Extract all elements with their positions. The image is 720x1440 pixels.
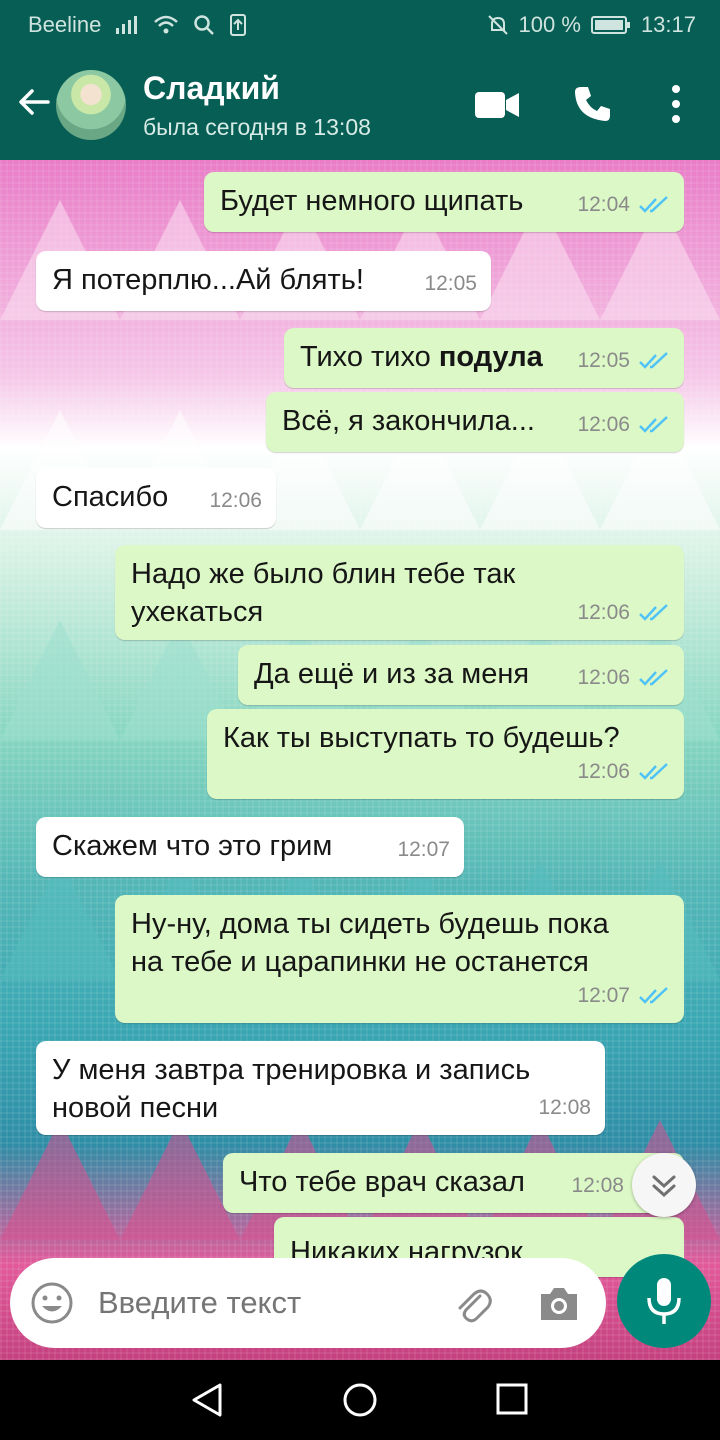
signal-icon	[116, 16, 138, 34]
message-time: 12:07	[577, 984, 630, 1007]
status-bar: Beeline 100 % 13:17	[0, 0, 720, 50]
message-bubble-incoming[interactable]: У меня завтра тренировка и запись новой п…	[36, 1041, 605, 1135]
wifi-icon	[154, 15, 179, 34]
message-text-line: ухекаться	[131, 596, 264, 628]
message-bubble-incoming[interactable]: Я потерплю...Ай блять! 12:05	[36, 251, 491, 311]
message-text: У меня завтра тренировка и запись новой п…	[52, 1051, 530, 1127]
read-ticks-icon	[639, 987, 668, 1004]
message-time: 12:06	[577, 601, 630, 624]
read-ticks-icon	[639, 352, 668, 369]
back-arrow-icon[interactable]	[14, 82, 54, 122]
message-text: Будет немного щипать	[220, 185, 524, 217]
message-bubble-outgoing[interactable]: Ну-ну, дома ты сидеть будешь пока на тебе…	[115, 895, 684, 1023]
mute-bell-icon	[487, 15, 508, 35]
message-text: Ну-ну, дома ты сидеть будешь пока на тебе…	[131, 905, 609, 981]
read-ticks-icon	[639, 669, 668, 686]
composer-bar	[0, 1250, 720, 1360]
microphone-button[interactable]	[617, 1254, 711, 1348]
message-text: Как ты выступать то будешь?	[223, 722, 620, 754]
emoji-icon[interactable]	[30, 1281, 74, 1325]
message-time: 12:07	[397, 838, 450, 861]
message-time: 12:06	[577, 666, 630, 689]
message-text: Надо же было блин тебе так ухекаться	[131, 555, 515, 631]
message-time: 12:08	[538, 1096, 591, 1119]
message-input-container[interactable]	[10, 1258, 606, 1348]
message-text: Всё, я закончила...	[282, 405, 535, 437]
clock: 13:17	[640, 12, 696, 37]
message-text-line: Ну-ну, дома ты сидеть будешь пока	[131, 908, 609, 940]
battery-percent: 100 %	[518, 12, 581, 37]
message-text: Что тебе врач сказал	[239, 1166, 525, 1198]
message-bubble-outgoing[interactable]: Всё, я закончила... 12:06	[266, 392, 684, 452]
message-text-part: Тихо тихо	[300, 341, 439, 373]
last-seen-status: была сегодня в 13:08	[143, 114, 371, 140]
message-bubble-outgoing[interactable]: Будет немного щипать 12:04	[204, 172, 684, 232]
message-time: 12:05	[424, 272, 477, 295]
scroll-to-bottom-button[interactable]	[632, 1153, 696, 1217]
message-text-line: Надо же было блин тебе так	[131, 558, 516, 590]
message-text-bold: подула	[438, 341, 543, 373]
message-bubble-outgoing[interactable]: Что тебе врач сказал 12:08	[223, 1153, 684, 1213]
search-status-icon	[194, 15, 215, 35]
message-bubble-outgoing[interactable]: Надо же было блин тебе так ухекаться 12:0…	[115, 545, 684, 640]
message-bubble-incoming[interactable]: Спасибо 12:06	[36, 468, 276, 528]
message-time: 12:06	[577, 760, 630, 783]
message-input[interactable]	[96, 1284, 430, 1322]
message-bubble-incoming[interactable]: Скажем что это грим 12:07	[36, 817, 464, 877]
battery-icon	[590, 16, 630, 34]
read-ticks-icon	[639, 416, 668, 433]
system-navigation-bar	[0, 1360, 720, 1440]
contact-name[interactable]: Сладкий	[143, 70, 280, 107]
message-text: Спасибо	[52, 481, 169, 513]
more-options-icon[interactable]	[668, 84, 684, 124]
message-text-line: У меня завтра тренировка и запись	[52, 1054, 531, 1086]
message-bubble-outgoing[interactable]: Как ты выступать то будешь? 12:06	[207, 709, 684, 799]
message-time: 12:06	[577, 413, 630, 436]
message-text: Тихо тихо подула	[300, 338, 543, 376]
read-ticks-icon	[639, 604, 668, 621]
video-call-icon[interactable]	[474, 90, 520, 120]
message-time: 12:06	[209, 489, 262, 512]
message-text: Скажем что это грим	[52, 830, 333, 862]
message-time: 12:04	[577, 193, 630, 216]
nav-back-icon[interactable]	[190, 1382, 224, 1418]
chat-header: Сладкий была сегодня в 13:08	[0, 50, 720, 160]
message-text: Я потерплю...Ай блять!	[52, 264, 364, 296]
message-bubble-outgoing[interactable]: Тихо тихо подула 12:05	[284, 328, 684, 388]
attach-paperclip-icon[interactable]	[450, 1282, 494, 1326]
read-ticks-icon	[639, 196, 668, 213]
contact-avatar[interactable]	[56, 70, 126, 140]
upload-status-icon	[230, 14, 247, 36]
message-text-line: на тебе и царапинки не останется	[131, 946, 589, 978]
message-time: 12:05	[577, 349, 630, 372]
camera-icon[interactable]	[537, 1282, 581, 1326]
message-text-line: новой песни	[52, 1092, 219, 1124]
nav-recents-icon[interactable]	[495, 1382, 529, 1416]
message-bubble-outgoing[interactable]: Да ещё и из за меня 12:06	[238, 645, 684, 705]
message-time: 12:08	[571, 1174, 624, 1197]
carrier-name: Beeline	[28, 12, 102, 37]
nav-home-icon[interactable]	[342, 1382, 378, 1418]
read-ticks-icon	[639, 763, 668, 780]
voice-call-icon[interactable]	[572, 84, 612, 124]
message-text: Да ещё и из за меня	[254, 658, 530, 690]
